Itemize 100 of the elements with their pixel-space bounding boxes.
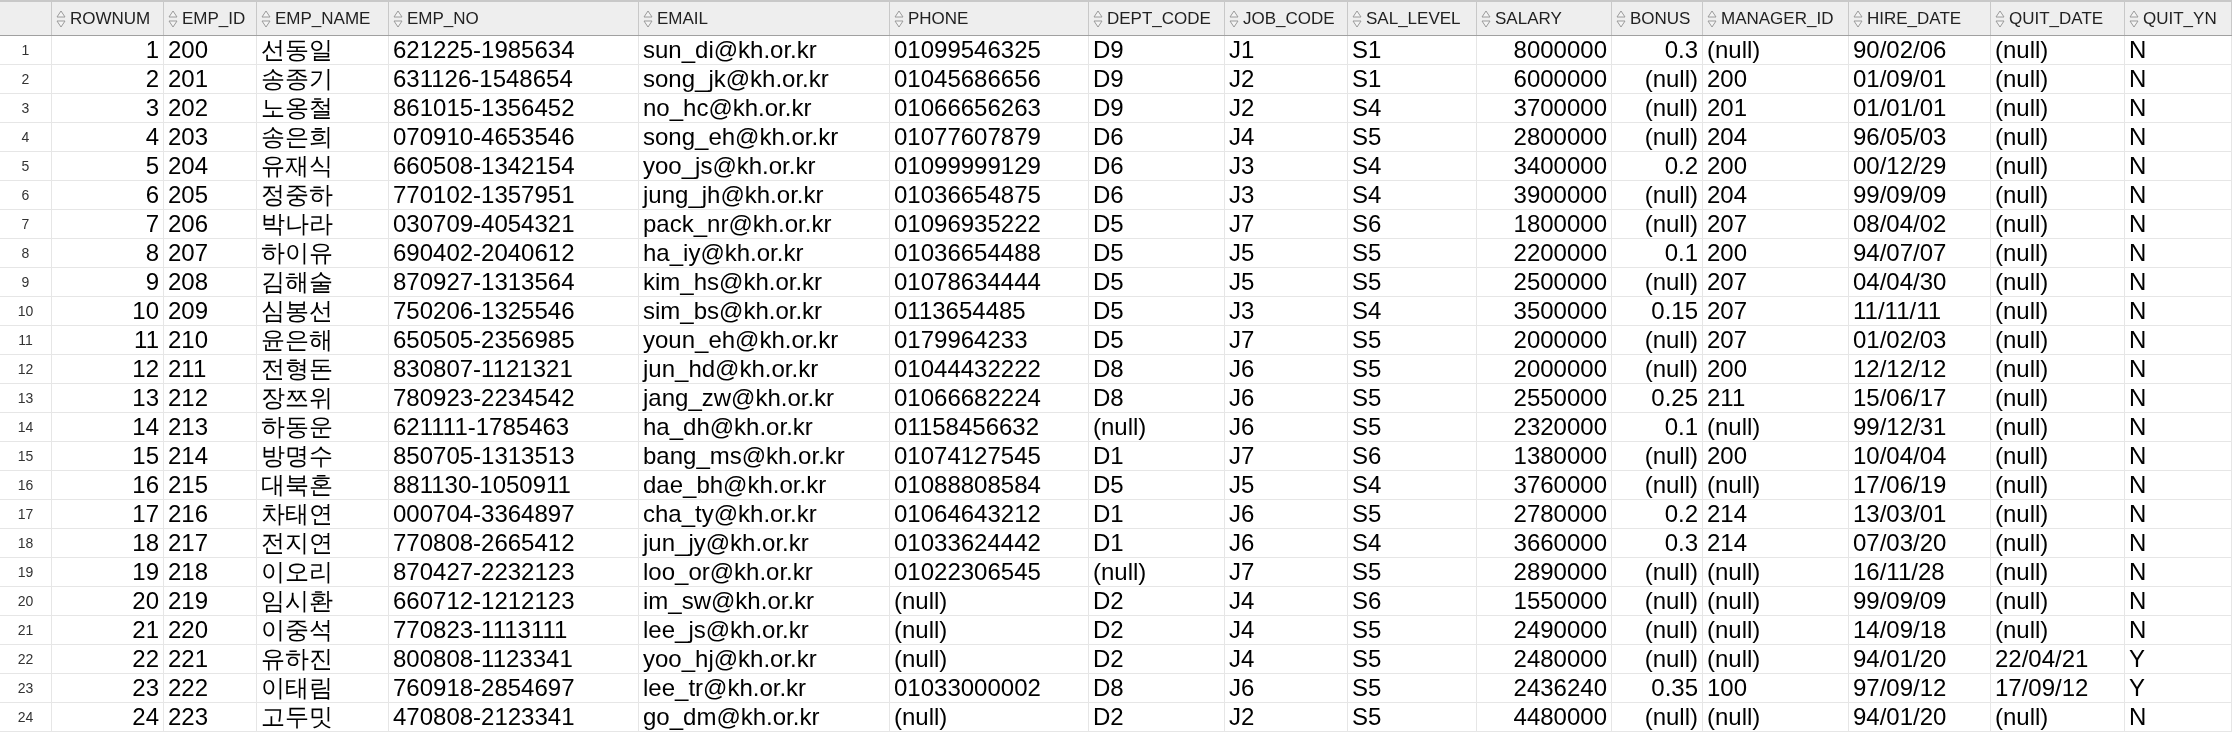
table-cell: N	[2125, 558, 2232, 586]
table-cell: S5	[1348, 558, 1477, 586]
table-cell: (null)	[1991, 94, 2125, 122]
table-cell: J4	[1225, 616, 1348, 644]
table-cell: 204	[1703, 181, 1849, 209]
table-cell: (null)	[890, 645, 1089, 673]
table-cell: (null)	[1991, 355, 2125, 383]
column-header[interactable]: EMAIL	[639, 2, 890, 35]
column-header[interactable]: QUIT_YN	[2125, 2, 2232, 35]
column-header[interactable]: EMP_NO	[389, 2, 639, 35]
table-cell: S5	[1348, 616, 1477, 644]
column-header[interactable]: SAL_LEVEL	[1348, 2, 1477, 35]
table-cell: J6	[1225, 500, 1348, 528]
column-header[interactable]: HIRE_DATE	[1849, 2, 1991, 35]
table-cell: J3	[1225, 181, 1348, 209]
table-cell: 2200000	[1477, 239, 1612, 267]
table-cell: N	[2125, 210, 2232, 238]
table-cell: S5	[1348, 384, 1477, 412]
table-cell: 214	[1703, 500, 1849, 528]
table-cell: (null)	[1612, 587, 1703, 615]
table-cell: (null)	[1612, 616, 1703, 644]
table-cell: N	[2125, 326, 2232, 354]
table-cell: ha_iy@kh.or.kr	[639, 239, 890, 267]
table-cell: S5	[1348, 239, 1477, 267]
table-cell: 10	[52, 297, 164, 325]
column-header[interactable]: QUIT_DATE	[1991, 2, 2125, 35]
table-cell: S1	[1348, 36, 1477, 64]
table-cell: D2	[1089, 587, 1225, 615]
table-cell: 전지연	[257, 529, 389, 557]
table-cell: 유재식	[257, 152, 389, 180]
table-cell: 207	[1703, 297, 1849, 325]
table-cell: song_jk@kh.or.kr	[639, 65, 890, 93]
table-cell: 760918-2854697	[389, 674, 639, 702]
table-cell: 207	[1703, 326, 1849, 354]
table-cell: S4	[1348, 529, 1477, 557]
table-cell: J7	[1225, 210, 1348, 238]
table-cell: (null)	[1991, 558, 2125, 586]
table-cell: (null)	[1991, 181, 2125, 209]
table-cell: D1	[1089, 529, 1225, 557]
table-cell: S6	[1348, 442, 1477, 470]
table-cell: (null)	[890, 703, 1089, 731]
table-cell: N	[2125, 471, 2232, 499]
table-cell: 20	[52, 587, 164, 615]
table-cell: 8	[52, 239, 164, 267]
table-cell: (null)	[1612, 703, 1703, 731]
table-cell: N	[2125, 587, 2232, 615]
row-number: 10	[0, 297, 52, 325]
table-cell: lee_js@kh.or.kr	[639, 616, 890, 644]
table-cell: 210	[164, 326, 257, 354]
table-cell: D2	[1089, 645, 1225, 673]
column-header[interactable]: SALARY	[1477, 2, 1612, 35]
column-header[interactable]: MANAGER_ID	[1703, 2, 1849, 35]
table-cell: 2890000	[1477, 558, 1612, 586]
table-cell: D1	[1089, 500, 1225, 528]
table-cell: J4	[1225, 123, 1348, 151]
table-cell: 15/06/17	[1849, 384, 1991, 412]
table-cell: D6	[1089, 181, 1225, 209]
column-header[interactable]: EMP_ID	[164, 2, 257, 35]
table-cell: J2	[1225, 703, 1348, 731]
column-header[interactable]: EMP_NAME	[257, 2, 389, 35]
row-number: 12	[0, 355, 52, 383]
table-cell: N	[2125, 442, 2232, 470]
table-cell: (null)	[1991, 703, 2125, 731]
table-cell: 211	[1703, 384, 1849, 412]
sort-icon	[1616, 9, 1626, 28]
table-cell: 99/09/09	[1849, 181, 1991, 209]
table-cell: 200	[1703, 442, 1849, 470]
table-cell: 208	[164, 268, 257, 296]
table-cell: 650505-2356985	[389, 326, 639, 354]
table-cell: pack_nr@kh.or.kr	[639, 210, 890, 238]
column-header[interactable]: ROWNUM	[52, 2, 164, 35]
table-cell: J6	[1225, 384, 1348, 412]
table-cell: (null)	[1703, 616, 1849, 644]
table-cell: 0.3	[1612, 529, 1703, 557]
table-cell: 201	[164, 65, 257, 93]
table-cell: 221	[164, 645, 257, 673]
table-cell: 이중석	[257, 616, 389, 644]
table-cell: J6	[1225, 355, 1348, 383]
table-cell: 선동일	[257, 36, 389, 64]
table-cell: 15	[52, 442, 164, 470]
column-header[interactable]: PHONE	[890, 2, 1089, 35]
table-cell: S4	[1348, 471, 1477, 499]
table-cell: 00/12/29	[1849, 152, 1991, 180]
table-cell: 11	[52, 326, 164, 354]
table-cell: 하이유	[257, 239, 389, 267]
column-header[interactable]: JOB_CODE	[1225, 2, 1348, 35]
column-header[interactable]: BONUS	[1612, 2, 1703, 35]
table-cell: 200	[1703, 355, 1849, 383]
column-header[interactable]: DEPT_CODE	[1089, 2, 1225, 35]
table-cell: 90/02/06	[1849, 36, 1991, 64]
table-cell: 621111-1785463	[389, 413, 639, 441]
table-cell: 이태림	[257, 674, 389, 702]
sort-icon	[1707, 9, 1717, 28]
table-cell: lee_tr@kh.or.kr	[639, 674, 890, 702]
table-cell: 870927-1313564	[389, 268, 639, 296]
table-cell: 01/09/01	[1849, 65, 1991, 93]
table-cell: 97/09/12	[1849, 674, 1991, 702]
table-cell: (null)	[1991, 500, 2125, 528]
table-cell: D6	[1089, 152, 1225, 180]
table-cell: 207	[1703, 268, 1849, 296]
